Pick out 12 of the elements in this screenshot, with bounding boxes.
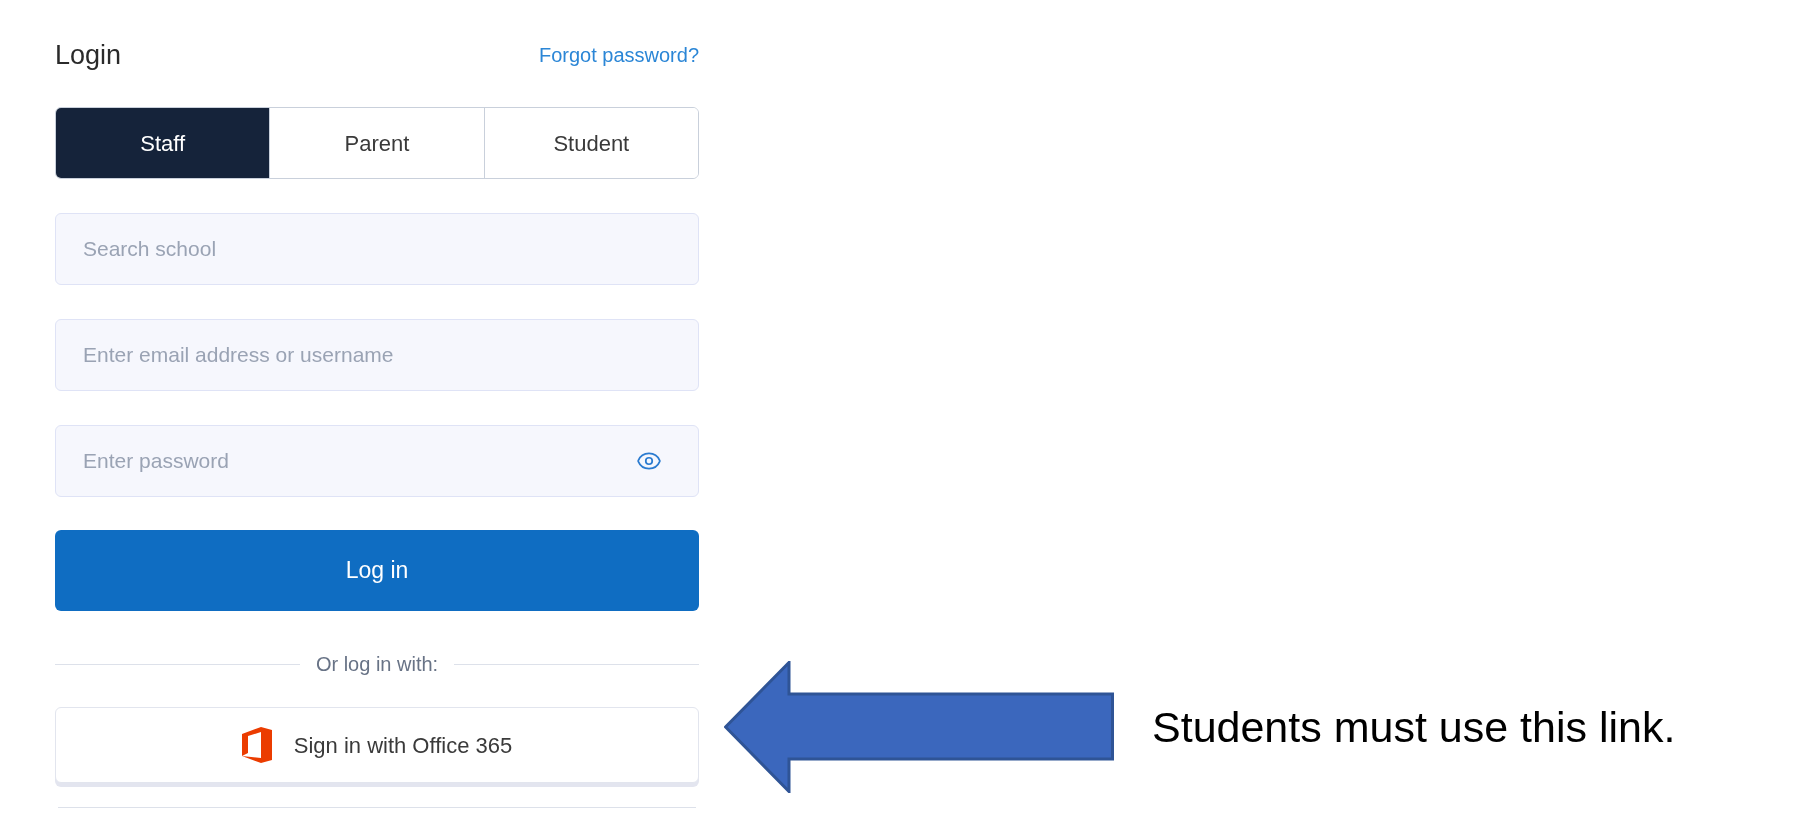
password-field[interactable]: Enter password bbox=[55, 425, 699, 497]
role-tab[interactable]: Student bbox=[483, 108, 698, 178]
log-in-button[interactable]: Log in bbox=[55, 530, 699, 611]
annotation-text: Students must use this link. bbox=[1152, 701, 1676, 753]
forgot-password-link[interactable]: Forgot password? bbox=[538, 40, 699, 70]
input-field[interactable]: Enter email address or username bbox=[55, 319, 699, 391]
login-title: Login bbox=[55, 38, 122, 72]
divider-label: Or log in with: bbox=[315, 652, 439, 677]
eye-icon[interactable] bbox=[636, 452, 662, 470]
office-logo-icon bbox=[241, 727, 272, 763]
role-tab[interactable]: Staff bbox=[56, 108, 270, 178]
input-field[interactable]: Search school bbox=[55, 213, 699, 285]
